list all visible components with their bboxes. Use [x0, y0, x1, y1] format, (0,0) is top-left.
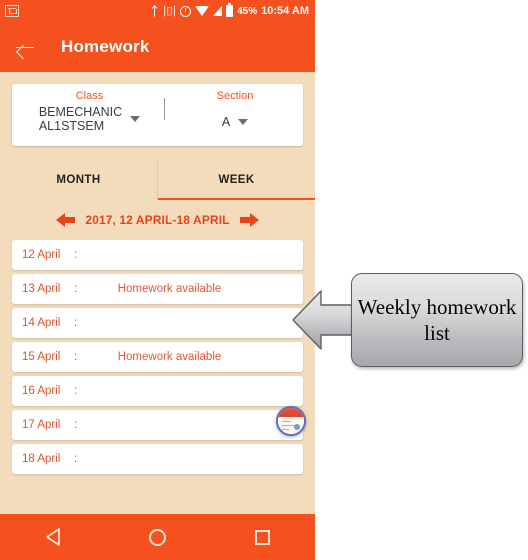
tab-week[interactable]: WEEK [157, 160, 315, 200]
class-label: Class [75, 90, 104, 102]
chevron-down-icon[interactable] [130, 116, 141, 122]
callout-annotation: Weekly homework list [291, 273, 523, 369]
homework-row[interactable]: 18 April: [12, 444, 303, 474]
homework-row[interactable]: 15 April: Homework available [12, 342, 303, 372]
nav-back-button[interactable] [30, 514, 76, 560]
homework-row-separator: : [74, 317, 78, 329]
class-value-line1: BEMECHANIC [38, 105, 123, 119]
homework-row-date: 17 April [22, 419, 61, 431]
week-navigation: 2017, 12 APRIL-18 APRIL [0, 209, 315, 231]
arrow-left-icon[interactable] [56, 213, 76, 227]
homework-row-status: Homework available [117, 283, 222, 295]
alarm-icon [180, 5, 192, 17]
bluetooth-icon: ᛏ [150, 4, 159, 18]
homework-row-date: 16 April [22, 385, 61, 397]
vibrate-icon: ∣▯∣ [162, 4, 177, 17]
class-selector[interactable]: Class BEMECHANIC AL1STSEM [12, 84, 167, 146]
calendar-thumbnail-icon[interactable] [276, 406, 306, 436]
wifi-icon [195, 6, 210, 16]
app-bar: Homework [0, 22, 315, 72]
view-tabs: MONTH WEEK [0, 160, 315, 200]
page-title: Homework [61, 37, 150, 56]
section-label: Section [216, 90, 254, 102]
android-nav-bar [0, 514, 315, 560]
phone-screen: ᛏ ∣▯∣ 45% 10:54 AM Homework Class BEMECH… [0, 0, 315, 560]
tab-month[interactable]: MONTH [0, 160, 157, 200]
homework-row[interactable]: 13 April: Homework available [12, 274, 303, 304]
homework-row-separator: : [74, 453, 78, 465]
homework-row-date: 13 April [22, 283, 61, 295]
week-range-label: 2017, 12 APRIL-18 APRIL [85, 213, 230, 227]
callout-box: Weekly homework list [351, 273, 523, 367]
status-bar-left [5, 5, 19, 17]
signal-icon [213, 6, 223, 16]
home-circle-icon [149, 528, 166, 546]
class-section-selector: Class BEMECHANIC AL1STSEM Section A [12, 84, 303, 146]
homework-row[interactable]: 17 April: [12, 410, 303, 440]
homework-row-status: Homework available [117, 351, 222, 363]
homework-row-date: 15 April [22, 351, 61, 363]
homework-row-separator: : [74, 419, 78, 431]
content-area: Class BEMECHANIC AL1STSEM Section A MONT… [0, 72, 315, 514]
nav-home-button[interactable] [135, 514, 181, 560]
section-value: A [221, 115, 231, 129]
homework-row-separator: : [74, 283, 78, 295]
status-bar-right: ᛏ ∣▯∣ 45% 10:54 AM [150, 3, 309, 18]
homework-row-separator: : [74, 385, 78, 397]
homework-row[interactable]: 16 April: [12, 376, 303, 406]
callout-text: Weekly homework list [357, 295, 517, 345]
nav-recents-button[interactable] [240, 514, 286, 560]
chevron-down-icon[interactable] [238, 119, 249, 125]
recents-square-icon [255, 529, 270, 545]
back-arrow-icon[interactable] [14, 36, 36, 58]
homework-row[interactable]: 12 April: [12, 240, 303, 270]
class-value: BEMECHANIC AL1STSEM [39, 105, 122, 133]
homework-row-separator: : [74, 351, 78, 363]
mail-icon [5, 5, 19, 17]
battery-percent: 45% [237, 5, 258, 17]
field-divider [164, 98, 165, 120]
homework-list: 12 April: 13 April: Homework available 14 A… [12, 240, 303, 474]
battery-icon [226, 3, 234, 17]
homework-row-separator: : [74, 249, 78, 261]
homework-row-date: 14 April [22, 317, 61, 329]
section-selector[interactable]: Section A [167, 84, 303, 146]
arrow-right-icon[interactable] [239, 213, 259, 227]
status-clock: 10:54 AM [261, 5, 309, 17]
class-value-line2: AL1STSEM [38, 119, 105, 133]
back-triangle-icon [45, 528, 61, 546]
homework-row-date: 18 April [22, 453, 61, 465]
homework-row[interactable]: 14 April: [12, 308, 303, 338]
homework-row-date: 12 April [22, 249, 61, 261]
status-bar: ᛏ ∣▯∣ 45% 10:54 AM [0, 0, 315, 22]
